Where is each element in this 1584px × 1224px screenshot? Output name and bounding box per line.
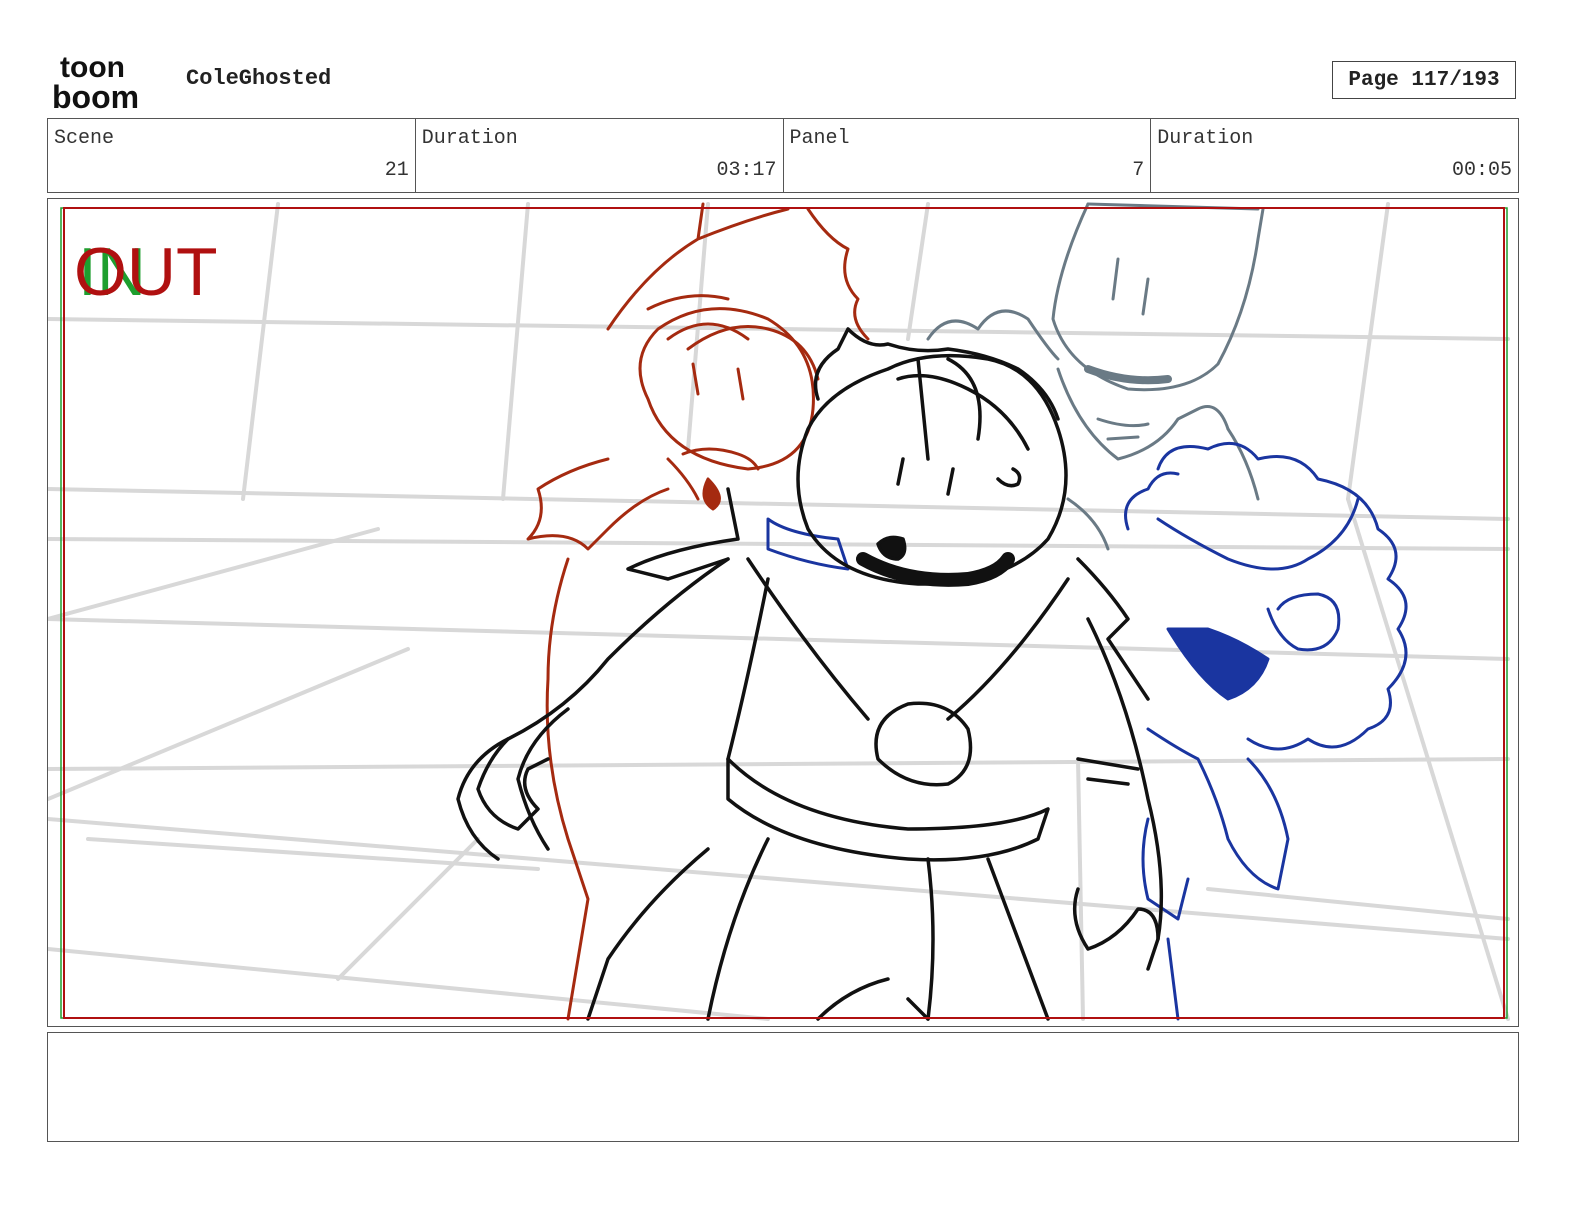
- panel-notes-box: [47, 1032, 1519, 1142]
- sketch-character-blue: [766, 441, 1408, 1021]
- project-title: ColeGhosted: [186, 66, 332, 91]
- scene-cell: Scene 21: [48, 119, 416, 192]
- panel-duration-value: 00:05: [1451, 159, 1512, 182]
- sketch-character-gray: [926, 202, 1265, 551]
- page-indicator: Page 117/193: [1332, 61, 1516, 99]
- scene-duration-cell: Duration 03:17: [416, 119, 784, 192]
- logo-text-bottom: boom: [52, 79, 139, 112]
- scene-duration-value: 03:17: [716, 159, 777, 182]
- storyboard-info-row: Scene 21 Duration 03:17 Panel 7 Duration…: [47, 118, 1519, 193]
- panel-cell: Panel 7: [784, 119, 1152, 192]
- panel-duration-label: Duration: [1157, 127, 1254, 150]
- scene-number: 21: [384, 159, 409, 182]
- out-marker: OUT: [74, 234, 218, 310]
- panel-number: 7: [1132, 159, 1145, 182]
- scene-label: Scene: [54, 127, 115, 150]
- toon-boom-logo: toon boom: [52, 51, 139, 112]
- panel-duration-cell: Duration 00:05: [1151, 119, 1518, 192]
- storyboard-panel: IN OUT: [47, 198, 1519, 1027]
- panel-sketch: IN OUT: [48, 202, 1510, 1021]
- sketch-character-main: [456, 327, 1164, 1021]
- panel-label: Panel: [789, 127, 850, 150]
- scene-duration-label: Duration: [421, 127, 518, 150]
